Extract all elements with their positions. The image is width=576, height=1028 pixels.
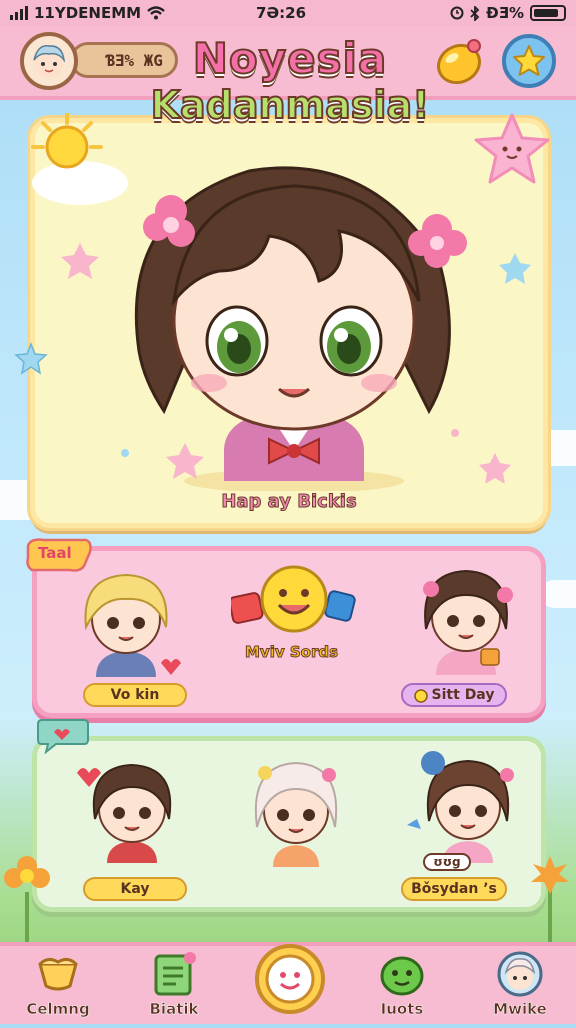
green-blob-icon [380,956,424,996]
notebook-icon [154,952,196,996]
chat-bubble-icon [37,719,89,754]
game-title: Noyesia Kadanmasia! [120,34,460,166]
character-mini-badge: ʊʊg [423,853,471,871]
bluetooth-icon [470,5,480,21]
bell-icon [38,957,78,991]
character-card-red-outfit[interactable] [67,743,197,863]
hero-caption: Hap ay Bickis [221,491,357,513]
panel-center-title: Mviv Sords [244,643,339,662]
brunette-character-icon [423,569,513,675]
smiley-dice-icon [228,561,357,641]
character-label-right[interactable]: Sitt Day [401,683,507,707]
label-text: Kay [120,881,150,897]
red-outfit-character-icon [77,763,172,863]
player-avatar[interactable] [20,32,78,90]
character-card-bun-hair[interactable] [403,743,533,863]
clock: 7Ə:26 [256,4,307,22]
battery-icon [530,5,566,21]
smiley-center-icon [265,954,315,1004]
avatar-face-icon [33,45,66,78]
blue-star-left-icon [14,342,48,375]
title-line-1: Noyesia [192,34,388,83]
white-hair-character-icon [254,761,338,867]
character-label-left[interactable]: Vo kin [83,683,187,707]
character-label-left[interactable]: Kay [83,877,187,901]
label-text: Bǒsydan ʼs [411,881,497,897]
lock-icon [413,689,428,703]
character-card-white-hair[interactable] [231,747,361,867]
nav-label: Biatik [149,1000,199,1019]
sparkle-stars-decoration [61,243,531,483]
battery-percent: ƉƎ% [486,4,524,22]
status-bar: 11YDENEMM 7Ə:26 ƉƎ% [0,0,576,26]
favorites-button[interactable] [502,34,556,88]
flower-right-icon [531,856,569,942]
collection-panel: Kay ʊʊg Bǒsydan ʼs [32,736,546,912]
flower-left-icon [4,856,50,942]
new-tag-badge: Taal [24,536,94,576]
character-face-icon [497,951,543,997]
character-label-right[interactable]: Bǒsydan ʼs [401,877,507,901]
label-text: Vo kin [110,687,160,703]
nav-center-play-button[interactable] [255,944,325,1014]
tag-text: Taal [38,544,72,562]
bottom-navigation: Celmng Biatik Iuots Mwike [0,942,576,1024]
nav-label: Iuots [380,1000,424,1019]
star-icon [513,45,545,76]
nav-item-biatik[interactable]: Biatik [124,946,224,1028]
badge-text: ʊʊg [433,855,461,869]
pink-star-mascot-icon [474,113,550,184]
hero-character-card[interactable]: Hap ay Bickis [30,113,550,528]
nav-label: Celmng [26,1000,90,1019]
carrier-name: 11YDENEMM [34,4,142,22]
signal-icon [10,6,28,20]
bun-hair-character-icon [407,751,514,863]
label-text: Sitt Day [431,687,495,703]
nav-item-celmng[interactable]: Celmng [8,946,108,1028]
nav-label: Mwike [493,1000,547,1019]
nav-item-mwike[interactable]: Mwike [470,946,570,1028]
title-line-2: Kadanmasia! [150,82,431,128]
friends-panel: Vo kin Mviv Sords Sitt Day [32,546,546,718]
alarm-icon [450,6,464,20]
nav-item-iuots[interactable]: Iuots [352,946,452,1028]
character-card-brunette[interactable] [401,555,531,675]
wifi-icon [147,6,165,20]
